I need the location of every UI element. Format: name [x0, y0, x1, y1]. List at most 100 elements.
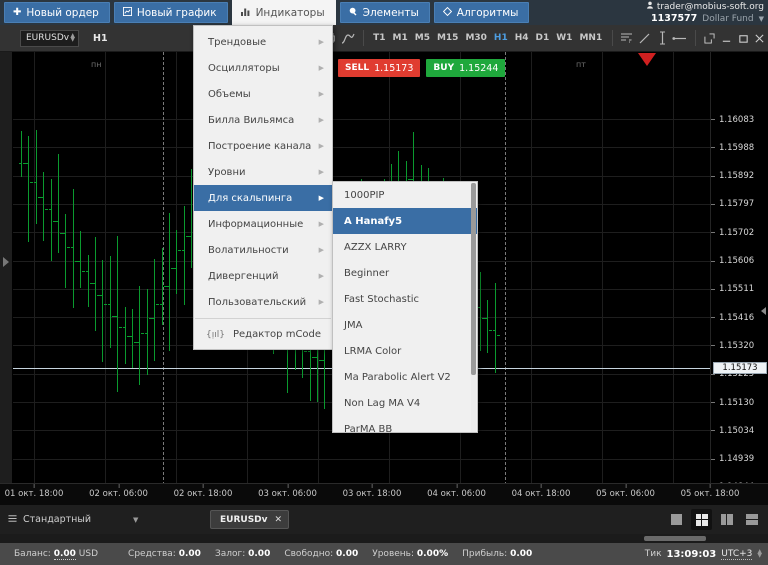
ohlc-bar: [492, 283, 500, 374]
layout-two-columns-button[interactable]: [716, 509, 737, 530]
time-tick-1: 02 окт. 06:00: [89, 484, 148, 499]
price-axis[interactable]: 1.16083 1.15988 1.15892 1.15797 1.15702 1.156…: [710, 52, 768, 505]
price-tick-2: 1.15892: [711, 171, 768, 182]
ohlc-bar: [115, 236, 123, 393]
status-tick-time: 13:09:03: [666, 548, 717, 560]
algorithms-button[interactable]: Алгоритмы: [433, 2, 530, 23]
submenu-scrollbar-thumb[interactable]: [471, 183, 476, 375]
minimize-icon[interactable]: [718, 28, 735, 48]
ohlc-bar: [107, 255, 115, 349]
menu-item-label: Билла Вильямса: [208, 114, 295, 126]
menu-item-indicator-0[interactable]: Трендовые ▶: [194, 29, 332, 55]
ohlc-open-tick: [137, 342, 141, 344]
menu-item-indicator-1[interactable]: Осцилляторы ▶: [194, 55, 332, 81]
ohlc-open-tick: [33, 182, 37, 184]
status-timezone[interactable]: UTC+3: [721, 549, 753, 560]
elements-button[interactable]: Элементы: [339, 2, 430, 23]
new-chart-label: Новый график: [136, 6, 217, 19]
menu-item-indicator-2[interactable]: Объемы ▶: [194, 81, 332, 107]
profile-label: Стандартный: [23, 514, 92, 525]
trendline-icon[interactable]: [636, 28, 654, 48]
close-icon-tab[interactable]: ✕: [275, 515, 283, 525]
timeframe-mn1[interactable]: MN1: [576, 29, 606, 47]
elements-label: Элементы: [362, 6, 419, 19]
line-chart-type-icon[interactable]: [339, 28, 357, 48]
detach-icon[interactable]: [701, 28, 718, 48]
submenu-arrow-icon: ▶: [318, 90, 324, 98]
account-fund-row[interactable]: 1137577 Dollar Fund ▼: [651, 13, 764, 24]
timeframe-m15[interactable]: M15: [433, 29, 461, 47]
menu-item-mcode-editor[interactable]: {ı̣ıl} Редактор mCode: [194, 322, 332, 347]
chart-square-icon: [122, 6, 132, 19]
menu-item-indicator-7[interactable]: Информационные ▶: [194, 211, 332, 237]
close-icon[interactable]: [751, 28, 768, 48]
timezone-spinner-icon[interactable]: ▲ ▼: [757, 549, 762, 559]
ohlc-open-tick: [107, 303, 111, 305]
spinner-icon[interactable]: ▲ ▼: [70, 33, 75, 43]
menu-item-indicator-9[interactable]: Дивергенций ▶: [194, 263, 332, 289]
horizontal-line-icon[interactable]: [671, 28, 689, 48]
timeframe-h1[interactable]: H1: [490, 29, 511, 47]
menu-item-indicator-5[interactable]: Уровни ▶: [194, 159, 332, 185]
ohlc-open-tick: [115, 315, 119, 317]
submenu-item-4[interactable]: Fast Stochastic: [333, 286, 477, 312]
menu-item-indicator-10[interactable]: Пользовательский ▶: [194, 289, 332, 315]
submenu-item-1[interactable]: A Hanafy5: [333, 208, 477, 234]
timeframe-w1[interactable]: W1: [553, 29, 576, 47]
timeframe-m30[interactable]: M30: [462, 29, 490, 47]
ohlc-open-tick: [93, 282, 96, 284]
ohlc-bar: [152, 259, 160, 361]
chart-tab-eurusdv[interactable]: EURUSDv ✕: [210, 510, 290, 529]
time-tick-6: 04 окт. 18:00: [511, 484, 571, 499]
time-axis[interactable]: 01 окт. 18:00 02 окт. 06:00 02 окт. 18:00 0…: [0, 483, 768, 505]
submenu-item-8[interactable]: Non Lag MA V4: [333, 390, 477, 416]
account-email: trader@mobius-soft.org: [656, 1, 764, 12]
cursor-icon: [349, 7, 358, 19]
ohlc-bar: [167, 213, 174, 352]
timeframe-t1[interactable]: T1: [370, 29, 389, 47]
symbol-value: EURUSDv: [26, 33, 70, 43]
chevron-down-icon[interactable]: ▼: [759, 15, 764, 23]
menu-item-label: Информационные: [208, 218, 304, 230]
submenu-item-7[interactable]: Ma Parabolic Alert V2: [333, 364, 477, 390]
menu-item-label: Редактор mCode: [232, 329, 322, 340]
indicator-list-icon[interactable]: F: [619, 28, 637, 48]
indicators-button[interactable]: Индикаторы: [231, 0, 336, 25]
ohlc-bar: [159, 248, 167, 326]
submenu-item-0[interactable]: 1000PIP: [333, 182, 477, 208]
vertical-line-icon[interactable]: [654, 28, 672, 48]
account-info[interactable]: trader@mobius-soft.org 1137577 Dollar Fu…: [646, 0, 764, 25]
ohlc-bar: [137, 285, 145, 385]
timeframe-m1[interactable]: M1: [389, 29, 411, 47]
chart-left-gutter: [0, 52, 13, 505]
menu-item-indicator-4[interactable]: Построение канала ▶: [194, 133, 332, 159]
timeframe-d1[interactable]: D1: [532, 29, 553, 47]
new-order-button[interactable]: ✚ Новый ордер: [4, 2, 110, 23]
chevron-down-icon-profile[interactable]: ▼: [133, 516, 138, 524]
layout-grid-4-button[interactable]: [691, 509, 712, 530]
status-margin-value: 0.00: [248, 549, 271, 559]
submenu-item-5[interactable]: JMA: [333, 312, 477, 338]
new-chart-button[interactable]: Новый график: [113, 2, 228, 23]
profile-selector[interactable]: Стандартный ▼: [8, 514, 138, 526]
timeframe-m5[interactable]: M5: [411, 29, 433, 47]
ohlc-open-tick: [159, 303, 163, 305]
menu-item-indicator-3[interactable]: Билла Вильямса ▶: [194, 107, 332, 133]
submenu-item-6[interactable]: LRMA Color: [333, 338, 477, 364]
sell-price-button[interactable]: SELL 1.15173: [338, 59, 421, 77]
submenu-item-2[interactable]: AZZX LARRY: [333, 234, 477, 260]
symbol-selector[interactable]: EURUSDv ▲ ▼: [20, 29, 80, 47]
menu-item-indicator-8[interactable]: Волатильности ▶: [194, 237, 332, 263]
menu-item-label: Осцилляторы: [208, 62, 280, 74]
layout-two-rows-button[interactable]: [741, 509, 762, 530]
maximize-icon[interactable]: [735, 28, 752, 48]
bottom-tabbar: Стандартный ▼ EURUSDv ✕: [0, 505, 768, 534]
submenu-item-9[interactable]: ParMA BB: [333, 416, 477, 433]
timeframe-h4[interactable]: H4: [511, 29, 532, 47]
chart-horizontal-scrollbar[interactable]: [644, 536, 706, 541]
buy-price-button[interactable]: BUY 1.15244: [426, 59, 506, 77]
menu-item-indicator-6[interactable]: Для скальпинга ▶: [194, 185, 332, 211]
layout-single-button[interactable]: [666, 509, 687, 530]
panel-expand-arrow-icon[interactable]: [3, 257, 9, 267]
submenu-item-3[interactable]: Beginner: [333, 260, 477, 286]
